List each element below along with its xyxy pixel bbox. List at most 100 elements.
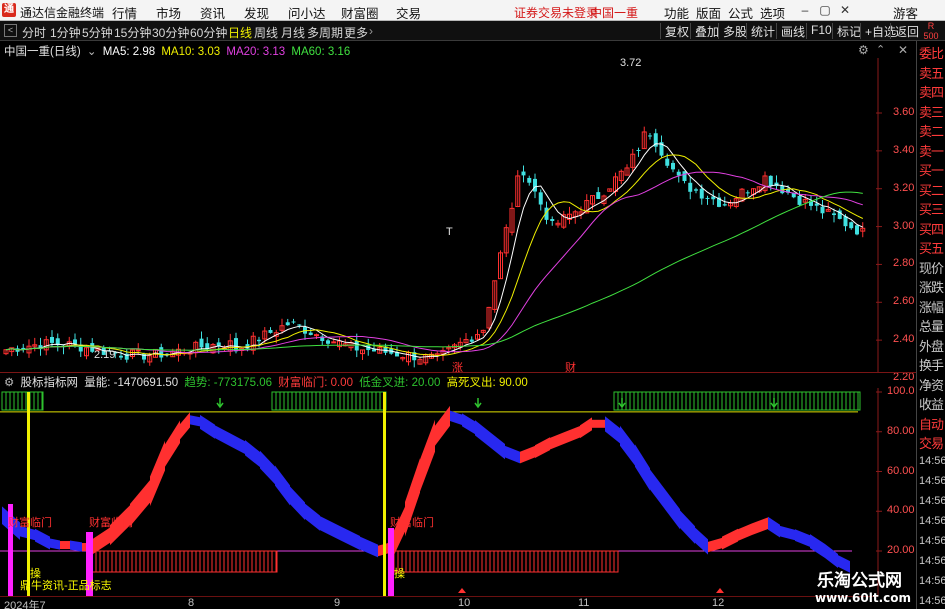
oscillator-segment: [420, 419, 435, 492]
panel-divider: [0, 372, 916, 373]
oscillator-segment: [475, 420, 490, 448]
tf-15min[interactable]: 15分钟: [114, 24, 151, 41]
oscillator-segment: [200, 414, 215, 439]
menu-wealth[interactable]: 财富圈: [341, 3, 379, 22]
side-tag-16[interactable]: 换手: [919, 355, 944, 374]
settings-gear-icon[interactable]: ⚙: [858, 43, 869, 57]
candle-body: [285, 322, 290, 326]
menu-options[interactable]: 选项: [760, 3, 785, 22]
side-tag-15[interactable]: 外盘: [919, 336, 944, 355]
tf-60min[interactable]: 60分钟: [190, 24, 227, 41]
oscillator-segment: [340, 526, 360, 551]
side-tag-20[interactable]: 交易: [919, 433, 944, 452]
collapse-icon[interactable]: ⌃: [876, 43, 885, 56]
candle-body: [314, 334, 319, 337]
price-tick-label: 2.40: [893, 333, 915, 346]
side-tag-13[interactable]: 涨幅: [919, 297, 944, 316]
candle-body: [119, 355, 123, 358]
menu-news[interactable]: 资讯: [200, 3, 225, 22]
chevron-right-icon[interactable]: ›: [369, 24, 373, 38]
btn-back[interactable]: 返回: [890, 23, 919, 39]
side-tag-8[interactable]: 买三: [919, 199, 944, 218]
tf-multi[interactable]: 多周期: [307, 24, 343, 41]
side-tag-17[interactable]: 净资: [919, 375, 944, 394]
oscillator-segment: [245, 440, 260, 468]
oscillator-segment: [680, 510, 695, 544]
candle-body: [705, 197, 710, 199]
menu-function[interactable]: 功能: [664, 3, 689, 22]
tf-more[interactable]: 更多: [344, 24, 368, 41]
oscillator-segment: [180, 412, 190, 440]
btn-multi-stock[interactable]: 多股: [718, 23, 747, 39]
tick-time: 14:56: [919, 495, 945, 507]
btn-f10[interactable]: F10: [806, 23, 832, 39]
indicator-chart[interactable]: [0, 388, 915, 596]
btn-statistics[interactable]: 统计: [746, 23, 775, 39]
candle-body: [521, 171, 526, 176]
side-tag-14[interactable]: 总量: [919, 316, 944, 335]
tf-30min[interactable]: 30分钟: [152, 24, 189, 41]
chevron-down-icon[interactable]: ⌄: [87, 46, 97, 58]
candle-body: [722, 204, 727, 206]
candle-body: [538, 192, 543, 205]
side-tag-5[interactable]: 卖一: [919, 141, 944, 160]
panel-close-icon[interactable]: ✕: [898, 43, 908, 57]
candle-body: [832, 213, 836, 216]
tf-monthly[interactable]: 月线: [281, 24, 305, 41]
side-tag-2[interactable]: 卖四: [919, 82, 944, 101]
tf-weekly[interactable]: 周线: [254, 24, 278, 41]
btn-restore-rights[interactable]: 复权: [660, 23, 689, 39]
guest-label[interactable]: 游客: [893, 3, 918, 22]
oscillator-segment: [520, 445, 535, 464]
menu-bar: 通 通达信金融终端 行情 市场 资讯 发现 问小达 财富圈 交易 证券交易未登录…: [0, 0, 945, 21]
candlestick-chart[interactable]: [0, 58, 915, 372]
oscillator-segment: [305, 503, 320, 531]
side-tag-10[interactable]: 买五: [919, 238, 944, 257]
oscillator-segment: [505, 445, 520, 464]
main-chart-header: 中国一重(日线) ⌄ MA5: 2.98 MA10: 3.03 MA20: 3.…: [4, 43, 353, 59]
side-tag-6[interactable]: 买一: [919, 160, 944, 179]
watermark-title: 乐淘公式网: [817, 571, 902, 591]
side-tag-0[interactable]: 委比: [919, 43, 944, 62]
side-tag-18[interactable]: 收益: [919, 394, 944, 413]
close-icon[interactable]: ✕: [836, 2, 854, 18]
btn-draw[interactable]: 画线: [776, 23, 805, 39]
btn-mark[interactable]: 标记: [832, 23, 861, 39]
side-tag-12[interactable]: 涨跌: [919, 277, 944, 296]
side-tag-11[interactable]: 现价: [919, 258, 944, 277]
side-tag-1[interactable]: 卖五: [919, 63, 944, 82]
tf-5min[interactable]: 5分钟: [82, 24, 113, 41]
indicator-tick-label: 40.00: [887, 504, 915, 517]
oscillator-segment: [780, 525, 795, 541]
candle-body: [820, 206, 825, 214]
side-tag-7[interactable]: 买二: [919, 180, 944, 199]
side-tag-4[interactable]: 卖二: [919, 121, 944, 140]
ma60-label: MA60: 3.16: [291, 46, 351, 58]
menu-discover[interactable]: 发现: [244, 3, 269, 22]
restore-icon[interactable]: ▢: [816, 2, 834, 18]
back-icon[interactable]: <: [4, 24, 17, 37]
menu-trade[interactable]: 交易: [396, 3, 421, 22]
signal-label-2: 财富临门: [89, 517, 133, 529]
candle-body: [676, 171, 681, 176]
tf-timeshare[interactable]: 分时: [22, 24, 46, 41]
ma60-line: [5, 191, 863, 351]
menu-ask[interactable]: 问小达: [288, 3, 326, 22]
menu-layout[interactable]: 版面: [696, 3, 721, 22]
candle-body: [308, 332, 313, 335]
side-tag-9[interactable]: 买四: [919, 219, 944, 238]
oscillator-segment: [490, 432, 505, 460]
tf-1min[interactable]: 1分钟: [50, 24, 81, 41]
candle-body: [671, 162, 675, 170]
btn-overlay[interactable]: 叠加: [690, 23, 719, 39]
oscillator-segment: [50, 538, 60, 550]
menu-quotes[interactable]: 行情: [112, 3, 137, 22]
side-tag-19[interactable]: 自动: [919, 414, 944, 433]
menu-market[interactable]: 市场: [156, 3, 181, 22]
login-status[interactable]: 证券交易未登录: [514, 4, 598, 21]
candle-body: [797, 195, 802, 205]
minimize-icon[interactable]: –: [796, 2, 814, 18]
side-tag-3[interactable]: 卖三: [919, 102, 944, 121]
tf-daily[interactable]: 日线: [228, 24, 252, 41]
menu-formula[interactable]: 公式: [728, 3, 753, 22]
